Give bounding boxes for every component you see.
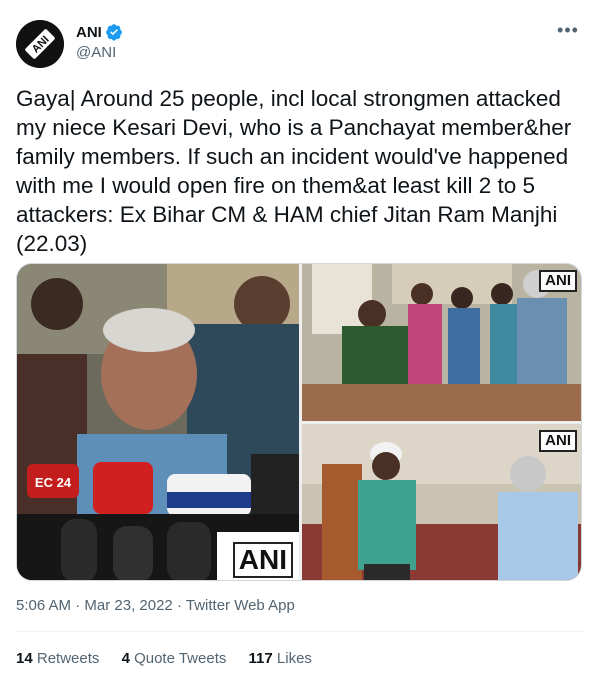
tweet-meta: 5:06 AM · Mar 23, 2022 · Twitter Web App: [16, 597, 295, 614]
photo-watermark: ANI: [232, 542, 293, 578]
tweet-text: Gaya| Around 25 people, incl local stron…: [16, 86, 578, 256]
svg-text:EC 24: EC 24: [35, 475, 72, 490]
ani-logo: ANI: [16, 20, 64, 68]
tweet-date[interactable]: Mar 23, 2022: [84, 597, 172, 614]
tweet-time[interactable]: 5:06 AM: [16, 597, 71, 614]
divider: [16, 631, 584, 632]
quotes-count: 4: [121, 650, 130, 667]
verified-badge-icon: [105, 23, 123, 41]
author-display-name-row[interactable]: ANI: [76, 22, 123, 42]
tweet-card: ANI ANI @ANI ••• Gaya| Around 25 people,…: [0, 0, 600, 681]
tweet-photo-3[interactable]: ANI: [302, 424, 581, 580]
author-avatar[interactable]: ANI: [16, 20, 64, 68]
more-icon[interactable]: •••: [556, 21, 580, 46]
tweet-media-grid: EC 24 ANI ANI ANI: [16, 263, 582, 581]
tweet-source[interactable]: Twitter Web App: [186, 597, 295, 614]
tweet-photo-2[interactable]: ANI: [302, 264, 581, 421]
photo-watermark: ANI: [539, 270, 577, 292]
likes-label: Likes: [276, 650, 312, 667]
quotes-label: Quote Tweets: [134, 650, 227, 667]
likes-stat[interactable]: 117 Likes: [249, 650, 312, 667]
photo-watermark: ANI: [539, 430, 577, 452]
tweet-photo-1[interactable]: EC 24 ANI: [17, 264, 299, 580]
tweet-stats: 14 Retweets 4 Quote Tweets 117 Likes: [16, 650, 330, 667]
photo-press-interview: EC 24: [17, 264, 299, 580]
quote-tweets-stat[interactable]: 4 Quote Tweets: [122, 650, 227, 667]
author-names: ANI @ANI: [76, 22, 123, 61]
tweet-header: ANI ANI @ANI •••: [16, 14, 584, 70]
retweets-count: 14: [16, 650, 33, 667]
retweets-stat[interactable]: 14 Retweets: [16, 650, 99, 667]
author-display-name[interactable]: ANI: [76, 24, 102, 41]
meta-separator: ·: [75, 597, 81, 614]
likes-count: 117: [248, 650, 273, 667]
author-handle[interactable]: @ANI: [76, 44, 123, 61]
retweets-label: Retweets: [36, 650, 100, 667]
meta-separator: ·: [176, 597, 182, 614]
